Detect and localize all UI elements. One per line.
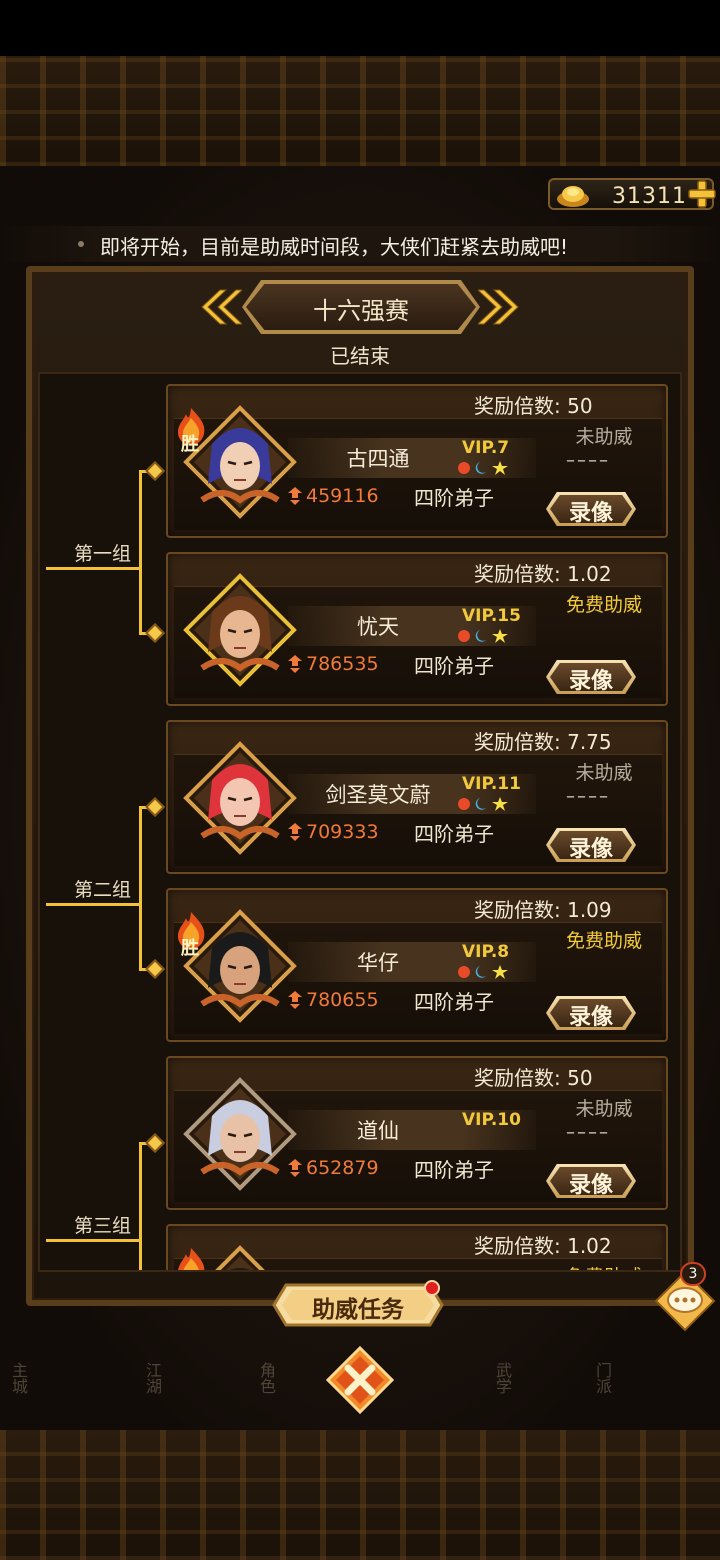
support-status: 未助威 <box>575 1098 633 1120</box>
status-icons <box>458 461 508 475</box>
vip-level: VIP.10 <box>462 1110 521 1130</box>
replay-button[interactable]: 录像 <box>546 495 636 527</box>
vip-level: VIP.15 <box>462 606 521 626</box>
player-avatar[interactable] <box>182 1076 298 1192</box>
vip-level: VIP.7 <box>462 438 510 458</box>
bracket-node <box>145 959 165 979</box>
bracket-line <box>139 470 142 632</box>
combat-power: 652879 <box>306 1157 379 1179</box>
support-amount: –––– <box>566 450 610 471</box>
bracket-line <box>139 1142 142 1270</box>
vip-level: VIP.11 <box>462 774 521 794</box>
currency-value: 31311 <box>612 184 687 209</box>
support-amount: –––– <box>566 1122 610 1143</box>
disciple-rank: 四阶弟子 <box>414 1158 494 1182</box>
player-avatar[interactable] <box>182 572 298 688</box>
player-avatar[interactable] <box>182 740 298 856</box>
close-x-icon[interactable] <box>326 1346 394 1414</box>
free-support-button[interactable]: 免费助威 <box>554 1262 654 1270</box>
player-name: 剑圣莫文蔚 <box>325 783 431 807</box>
player-name: 古四通 <box>346 447 410 471</box>
prev-round-arrow-icon[interactable] <box>198 288 242 326</box>
reward-multiplier: 奖励倍数: 7.75 <box>474 730 612 754</box>
player-name: 道仙 <box>357 1119 399 1143</box>
support-amount: –––– <box>566 786 610 807</box>
round-title: 十六强赛 <box>313 297 409 325</box>
notification-dot <box>424 1280 440 1296</box>
bracket-line <box>46 1239 142 1242</box>
disciple-rank: 四阶弟子 <box>414 990 494 1014</box>
combat-power: 709333 <box>306 821 379 843</box>
notice-text: 即将开始，目前是助威时间段，大侠们赶紧去助威吧! <box>100 235 569 259</box>
player-card[interactable]: 奖励倍数: 50 古四通 VIP.7 459116 四阶弟子 未助威 –––– 录像 胜 <box>166 384 668 538</box>
reward-multiplier: 奖励倍数: 1.02 <box>474 1234 612 1258</box>
bracket-line <box>46 567 142 570</box>
disciple-rank: 四阶弟子 <box>414 822 494 846</box>
winner-label: 胜 <box>181 938 199 959</box>
bracket-line <box>46 903 142 906</box>
notice-bullet <box>78 241 84 247</box>
winner-label: 胜 <box>181 1270 199 1272</box>
replay-button[interactable]: 录像 <box>546 999 636 1031</box>
reward-multiplier: 奖励倍数: 50 <box>474 1066 593 1090</box>
next-round-arrow-icon[interactable] <box>478 288 522 326</box>
winner-label: 胜 <box>181 434 199 455</box>
chat-unread-badge: 3 <box>680 1262 706 1286</box>
reward-multiplier: 奖励倍数: 1.02 <box>474 562 612 586</box>
support-status: 未助威 <box>575 426 633 448</box>
player-name: 忧天 <box>357 615 399 639</box>
notice-bar: 即将开始，目前是助威时间段，大侠们赶紧去助威吧! <box>0 226 720 262</box>
flame-icon <box>178 1248 205 1270</box>
group-label: 第二组 <box>74 879 132 901</box>
status-icons <box>458 629 508 643</box>
dock-item: 角色 <box>257 1362 276 1394</box>
bracket-node <box>145 1133 165 1153</box>
status-icons <box>458 965 508 979</box>
replay-button[interactable]: 录像 <box>546 1167 636 1199</box>
combat-power: 459116 <box>306 485 379 507</box>
reward-multiplier: 奖励倍数: 50 <box>474 394 593 418</box>
player-card[interactable]: 奖励倍数: 1.02 忧天 VIP.15 786535 四阶弟子 免费助威录像 <box>166 552 668 706</box>
combat-power: 780655 <box>306 989 379 1011</box>
plus-icon[interactable] <box>686 178 718 210</box>
bracket-node <box>145 623 165 643</box>
group-label: 第三组 <box>74 1215 132 1237</box>
dock-item: 门派 <box>593 1362 612 1394</box>
player-card[interactable]: 奖励倍数: 7.75 剑圣莫文蔚 VIP.11 709333 四阶弟子 未助威 –––– 录像 <box>166 720 668 874</box>
round-status: 已结束 <box>330 344 390 368</box>
dock-item: 武学 <box>493 1362 512 1394</box>
free-support-button[interactable]: 免费助威 <box>554 590 654 617</box>
disciple-rank: 四阶弟子 <box>414 654 494 678</box>
player-name: 华仔 <box>357 951 399 975</box>
support-status: 未助威 <box>575 762 633 784</box>
free-support-button[interactable]: 免费助威 <box>554 926 654 953</box>
combat-power: 786535 <box>306 653 379 675</box>
gold-ingot-icon <box>557 186 589 207</box>
replay-button[interactable]: 录像 <box>546 663 636 695</box>
bottom-pattern-band <box>0 1430 720 1560</box>
disciple-rank: 四阶弟子 <box>414 486 494 510</box>
status-icons <box>458 797 508 811</box>
vip-level: VIP.8 <box>462 942 510 962</box>
bracket-list[interactable]: 奖励倍数: 50 古四通 VIP.7 459116 四阶弟子 未助威 –––– 录像胜奖励倍数… <box>38 372 682 1272</box>
top-pattern-band <box>0 56 720 166</box>
dock-item: 主城 <box>9 1362 28 1394</box>
replay-button[interactable]: 录像 <box>546 831 636 863</box>
top-black-band <box>0 0 720 56</box>
bracket-line <box>139 806 142 968</box>
player-card[interactable]: 奖励倍数: 50 道仙 VIP.10 652879 四阶弟子 未助威 –––– 录像 <box>166 1056 668 1210</box>
group-label: 第一组 <box>74 543 132 565</box>
dock-item: 江湖 <box>143 1362 162 1394</box>
player-card[interactable]: 奖励倍数: 1.02 免费助威胜 <box>166 1224 668 1272</box>
player-card[interactable]: 奖励倍数: 1.09 华仔 VIP.8 780655 四阶弟子 免费助威录像 胜 <box>166 888 668 1042</box>
reward-multiplier: 奖励倍数: 1.09 <box>474 898 612 922</box>
support-task-button[interactable]: 助威任务 <box>272 1290 444 1324</box>
bracket-node <box>145 797 165 817</box>
bracket-node <box>145 461 165 481</box>
winner-badge <box>174 1246 208 1270</box>
